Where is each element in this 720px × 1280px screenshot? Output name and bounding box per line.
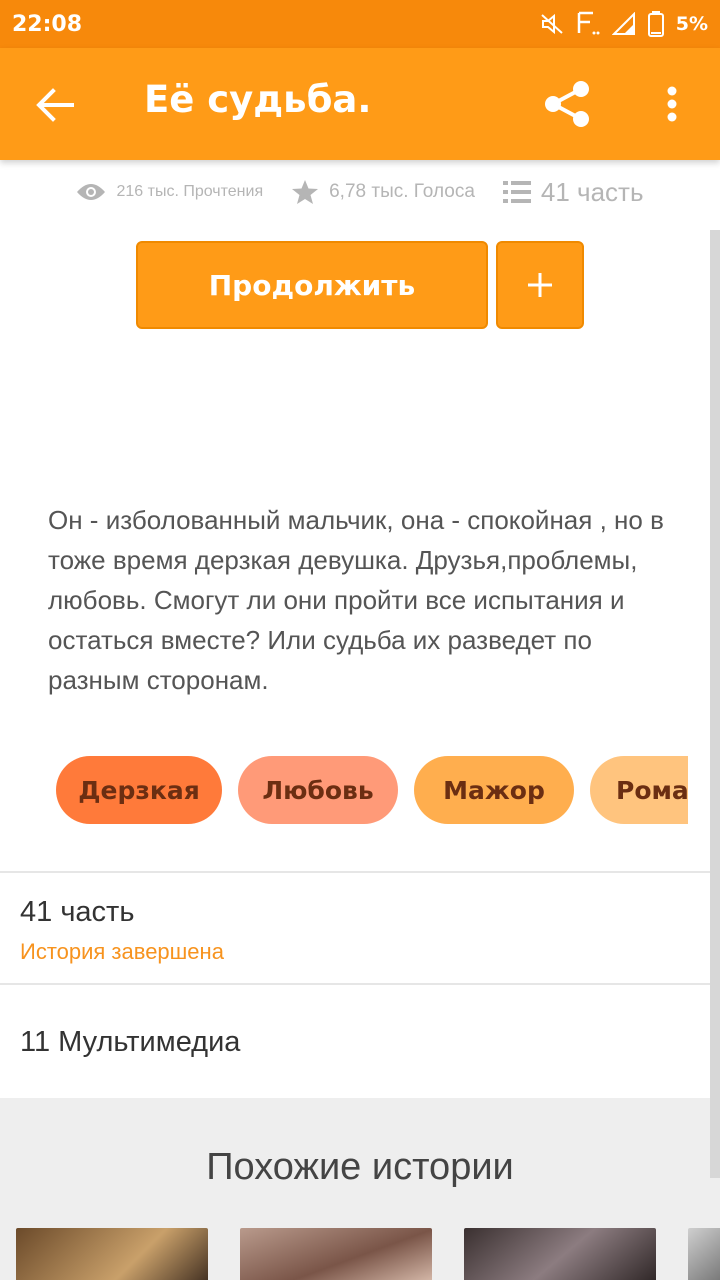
reads-count: 216 тыс. Прочтения <box>116 183 264 200</box>
tag-chip[interactable]: Мажор <box>414 756 574 824</box>
parts-count: 41 часть <box>20 896 135 928</box>
tag-chip[interactable]: Любовь <box>238 756 398 824</box>
status-icons: 5% <box>540 11 708 37</box>
votes-count: 6,78 тыс. Голоса <box>329 181 475 202</box>
app-bar: Её судьба. <box>0 48 720 160</box>
multimedia-link[interactable]: 11 Мультимедиа <box>20 1026 240 1059</box>
story-cover[interactable] <box>688 1228 720 1280</box>
similar-stories-section: Похожие истории <box>0 1098 720 1280</box>
divider <box>0 871 720 873</box>
share-button[interactable] <box>540 78 596 130</box>
story-cover[interactable] <box>464 1228 656 1280</box>
battery-icon <box>647 11 664 37</box>
share-icon <box>545 81 589 127</box>
tag-chip[interactable]: Романтика <box>590 756 688 824</box>
more-options-button[interactable] <box>652 78 692 130</box>
story-cover[interactable] <box>16 1228 208 1280</box>
tag-chip[interactable]: Дерзкая <box>56 756 222 824</box>
battery-percent: 5% <box>675 13 708 35</box>
list-icon <box>502 181 531 203</box>
reads-stat: 216 тыс. Прочтения <box>76 182 263 202</box>
arrow-back-icon <box>36 88 74 122</box>
add-to-library-button[interactable] <box>496 241 584 329</box>
more-vert-icon <box>667 86 677 122</box>
star-icon <box>292 180 319 204</box>
tags-row[interactable]: ДерзкаяЛюбовьМажорРомантика <box>56 756 688 824</box>
story-description: Он - изболованный мальчик, она - спокойн… <box>48 505 664 695</box>
scrollbar[interactable] <box>710 230 720 1178</box>
similar-stories-title: Похожие истории <box>206 1146 514 1188</box>
story-cover[interactable] <box>240 1228 432 1280</box>
network-f-icon <box>577 11 600 35</box>
parts-count-stat: 41 часть <box>540 176 644 207</box>
status-bar: 22:08 5% <box>0 0 720 48</box>
divider <box>0 983 720 985</box>
back-button[interactable] <box>30 82 80 128</box>
eye-icon <box>77 184 106 200</box>
story-stats: 216 тыс. Прочтения 6,78 тыс. Голоса 41 ч… <box>0 166 720 218</box>
mute-icon <box>541 13 563 35</box>
plus-icon <box>528 273 552 297</box>
continue-reading-button[interactable]: Продолжить <box>136 241 488 329</box>
parts-stat: 41 часть <box>502 176 644 208</box>
votes-stat: 6,78 тыс. Голоса <box>291 179 475 205</box>
signal-icon <box>611 12 635 35</box>
page-title: Её судьба. <box>144 78 372 121</box>
status-time: 22:08 <box>12 11 83 37</box>
story-status: История завершена <box>20 939 224 964</box>
